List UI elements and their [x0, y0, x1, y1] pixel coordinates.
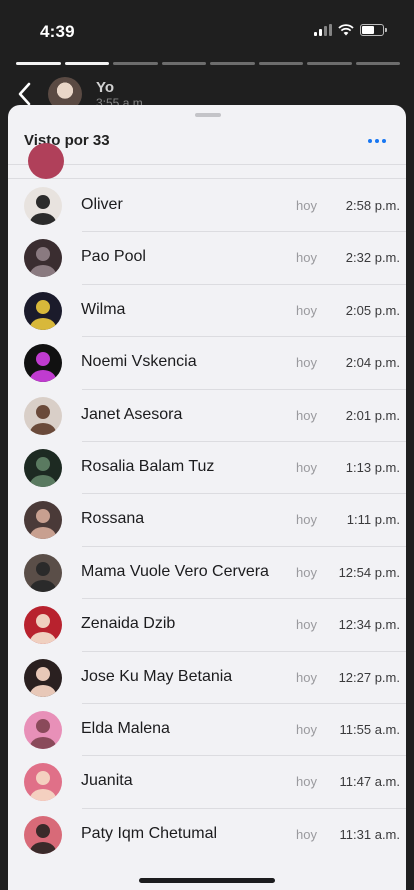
viewer-day: hoy [296, 302, 317, 318]
viewer-day: hoy [296, 774, 317, 790]
viewer-time: 12:27 p.m. [338, 669, 400, 685]
status-icons [314, 24, 387, 36]
viewer-time: 12:34 p.m. [338, 617, 400, 633]
avatar[interactable] [24, 606, 62, 645]
viewer-time: 11:55 a.m. [339, 721, 400, 737]
avatar[interactable] [24, 396, 62, 435]
battery-icon [360, 24, 387, 36]
more-options-button[interactable] [362, 126, 392, 156]
viewer-row[interactable]: Zenaida Dzib hoy 12:34 p.m. [8, 599, 406, 652]
avatar[interactable] [24, 448, 62, 487]
viewer-time: 1:11 p.m. [346, 512, 400, 528]
viewer-row[interactable]: Janet Asesora hoy 2:01 p.m. [8, 390, 406, 443]
viewer-name: Rosalia Balam Tuz [81, 457, 215, 475]
progress-segment [113, 62, 158, 65]
status-time: 4:39 [40, 22, 75, 41]
viewer-time: 2:04 p.m. [345, 355, 400, 371]
viewer-time: 12:54 p.m. [338, 564, 400, 580]
viewer-day: hoy [296, 669, 317, 685]
avatar [28, 143, 64, 179]
avatar[interactable] [24, 553, 62, 592]
home-indicator[interactable] [139, 878, 275, 883]
progress-segment [258, 62, 303, 65]
sheet-header: Visto por 33 [8, 123, 406, 165]
viewer-day: hoy [296, 250, 317, 266]
progress-segment [161, 62, 206, 65]
viewer-row[interactable]: Jose Ku May Betania hoy 12:27 p.m. [8, 652, 406, 705]
viewer-row[interactable]: Mama Vuole Vero Cervera hoy 12:54 p.m. [8, 547, 406, 600]
viewer-name: Mama Vuole Vero Cervera [81, 562, 269, 580]
viewer-name: Noemi Vskencia [81, 353, 197, 371]
avatar[interactable] [24, 187, 62, 225]
viewer-name: Juanita [81, 772, 133, 790]
viewer-time: 11:31 a.m. [339, 826, 400, 842]
viewer-row[interactable]: Rossana hoy 1:11 p.m. [8, 494, 406, 548]
viewers-sheet: Visto por 33 Oliver hoy 2:58 p.m. Pao Pool h… [8, 105, 406, 890]
viewer-row[interactable]: Noemi Vskencia hoy 2:04 p.m. [8, 337, 406, 390]
viewer-name: Oliver [81, 196, 123, 213]
viewer-name: Janet Asesora [81, 405, 183, 423]
story-progress-bars [16, 62, 400, 65]
viewer-day: hoy [296, 355, 317, 371]
viewer-row[interactable]: Elda Malena hoy 11:55 a.m. [8, 704, 406, 757]
viewer-day: hoy [296, 564, 317, 580]
avatar[interactable] [24, 501, 62, 540]
wifi-icon [338, 24, 354, 36]
viewer-row[interactable]: Paty Iqm Chetumal hoy 11:31 a.m. [8, 809, 406, 861]
viewer-name: Jose Ku May Betania [81, 667, 233, 685]
avatar[interactable] [24, 239, 62, 278]
viewer-name: Wilma [81, 300, 126, 318]
viewer-row[interactable]: Wilma hoy 2:05 p.m. [8, 285, 406, 338]
viewer-day: hoy [296, 721, 317, 737]
sheet-grabber[interactable] [195, 113, 221, 117]
viewer-name: Paty Iqm Chetumal [81, 824, 218, 842]
viewer-time: 2:32 p.m. [345, 250, 400, 266]
viewer-time: 2:05 p.m. [345, 302, 400, 318]
viewer-name: Rossana [81, 510, 145, 528]
avatar[interactable] [24, 291, 62, 330]
viewer-day: hoy [296, 826, 317, 842]
progress-segment [355, 62, 400, 65]
avatar[interactable] [24, 815, 62, 854]
progress-segment [64, 62, 109, 65]
progress-segment [210, 62, 255, 65]
viewer-name: Pao Pool [81, 248, 146, 266]
progress-segment [16, 62, 61, 65]
avatar[interactable] [24, 344, 62, 383]
viewer-time: 2:58 p.m. [345, 198, 400, 213]
signal-icon [314, 24, 332, 36]
viewer-row[interactable]: Oliver hoy 2:58 p.m. [8, 180, 406, 233]
progress-segment [307, 62, 352, 65]
viewer-row[interactable]: Rosalia Balam Tuz hoy 1:13 p.m. [8, 442, 406, 495]
viewer-day: hoy [296, 459, 317, 475]
viewer-day: hoy [296, 617, 317, 633]
back-icon[interactable] [14, 80, 36, 108]
partial-list-item [8, 143, 406, 179]
viewer-day: hoy [296, 198, 317, 213]
story-author-name: Yo [96, 78, 115, 96]
avatar[interactable] [24, 658, 62, 697]
viewer-day: hoy [296, 512, 317, 528]
viewer-time: 11:47 a.m. [339, 774, 400, 790]
viewer-row[interactable]: Juanita hoy 11:47 a.m. [8, 756, 406, 810]
status-bar: 4:39 [0, 0, 414, 56]
viewer-list: Oliver hoy 2:58 p.m. Pao Pool hoy 2:32 p.m. Wi… [8, 180, 406, 861]
avatar[interactable] [24, 763, 62, 802]
avatar[interactable] [24, 710, 62, 749]
viewer-day: hoy [296, 407, 317, 423]
viewer-name: Elda Malena [81, 719, 170, 737]
viewer-row[interactable]: Pao Pool hoy 2:32 p.m. [8, 232, 406, 286]
viewer-time: 2:01 p.m. [345, 407, 400, 423]
viewer-name: Zenaida Dzib [81, 615, 176, 633]
more-icon [368, 139, 386, 143]
viewer-time: 1:13 p.m. [345, 459, 400, 475]
